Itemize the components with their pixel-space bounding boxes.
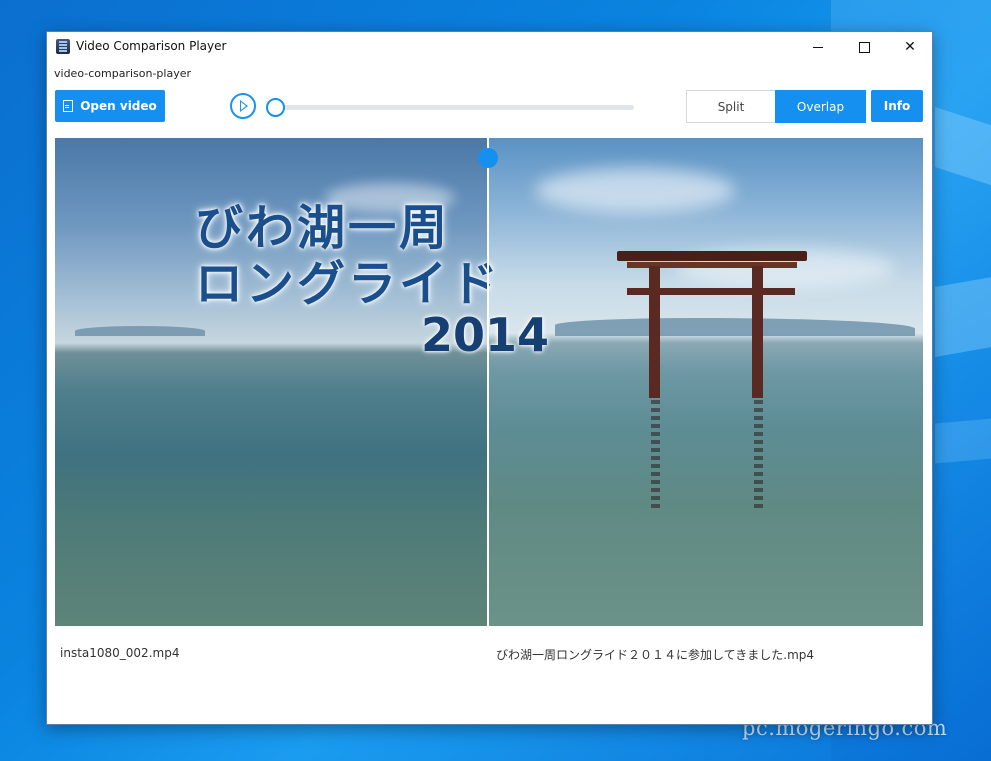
video-comparison-view[interactable]: びわ湖一周 ロングライド 2014	[55, 138, 923, 626]
title-bar[interactable]: Video Comparison Player ✕	[47, 32, 932, 62]
wallpaper-light-ray	[935, 416, 991, 464]
comparison-divider-line[interactable]	[487, 138, 489, 626]
open-video-button[interactable]: Open video	[55, 90, 165, 122]
right-file-name: びわ湖一周ロングライド２０１４に参加してきました.mp4	[496, 648, 815, 662]
water-reflection	[651, 400, 660, 510]
film-icon	[56, 39, 70, 54]
wallpaper-light-ray	[935, 272, 991, 358]
app-subtitle: video-comparison-player	[54, 67, 191, 80]
comparison-divider-handle[interactable]	[478, 148, 498, 168]
seek-handle[interactable]	[266, 98, 285, 117]
video-overlay-year: 2014	[421, 308, 550, 362]
left-file-name: insta1080_002.mp4	[60, 646, 180, 660]
seek-bar[interactable]	[274, 105, 634, 110]
torii-gate-top-beam	[617, 251, 807, 261]
video-overlay-title-line1: びわ湖一周	[195, 200, 451, 256]
close-button[interactable]: ✕	[887, 32, 933, 62]
minimize-icon	[813, 46, 823, 48]
info-button[interactable]: Info	[871, 90, 923, 122]
distant-mountains	[555, 318, 915, 336]
maximize-icon	[858, 41, 870, 53]
app-window: Video Comparison Player ✕ video-comparis…	[46, 31, 933, 725]
close-icon: ✕	[904, 39, 916, 55]
window-title: Video Comparison Player	[76, 39, 227, 53]
overlay-mode-button[interactable]: Overlap	[775, 90, 866, 123]
torii-gate-pillar	[649, 266, 660, 398]
video-overlay-title: びわ湖一周 ロングライド	[195, 200, 501, 312]
minimize-button[interactable]	[795, 32, 841, 62]
file-icon	[63, 100, 74, 112]
right-video-frame	[488, 138, 923, 626]
distant-mountains	[75, 326, 205, 336]
torii-gate-pillar	[752, 266, 763, 398]
video-overlay-title-line2: ロングライド	[195, 256, 502, 312]
open-video-label: Open video	[80, 99, 157, 113]
sky-cloud	[535, 168, 735, 213]
maximize-button[interactable]	[841, 32, 887, 62]
split-mode-button[interactable]: Split	[686, 90, 776, 123]
play-button[interactable]	[230, 93, 256, 119]
water-reflection	[754, 400, 763, 510]
